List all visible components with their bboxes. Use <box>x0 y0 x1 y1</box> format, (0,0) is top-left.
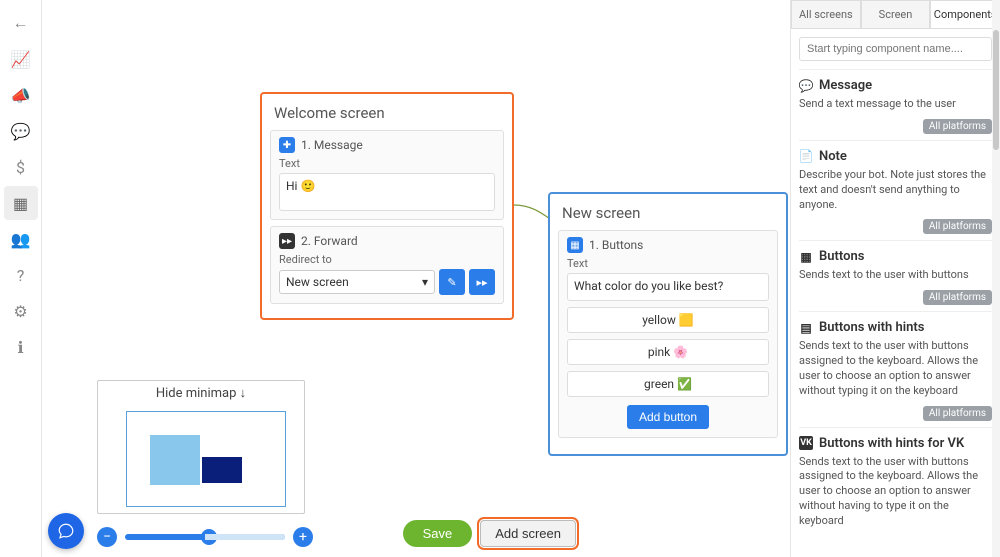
component-title: Buttons <box>819 249 864 264</box>
component-desc: Describe your bot. Note just stores the … <box>799 168 992 213</box>
tab-components[interactable]: Components <box>930 0 1000 28</box>
back-icon[interactable]: ← <box>4 6 38 40</box>
scrollbar-thumb[interactable] <box>993 30 999 150</box>
zoom-in-button[interactable]: + <box>293 527 313 547</box>
buttons-icon: ▦ <box>567 237 583 253</box>
component-title: Note <box>819 149 847 164</box>
bottom-buttons: Save Add screen <box>403 520 576 547</box>
component-buttons-hints-vk[interactable]: VK Buttons with hints for VK Sends text … <box>799 427 992 535</box>
buttons-hints-component-icon: ▤ <box>799 321 813 335</box>
message-component-icon: 💬 <box>799 79 813 93</box>
message-icon: ✚ <box>279 137 295 153</box>
note-component-icon: 📄 <box>799 149 813 163</box>
component-buttons[interactable]: ▦ Buttons Sends text to the user with bu… <box>799 240 992 311</box>
redirect-label: Redirect to <box>279 253 495 266</box>
option-green[interactable]: green ✅ <box>567 371 769 397</box>
platform-badge: All platforms <box>923 219 992 234</box>
support-chat-button[interactable] <box>48 513 84 549</box>
message-text-label: Text <box>279 157 495 170</box>
platform-badge: All platforms <box>923 290 992 305</box>
component-note[interactable]: 📄 Note Describe your bot. Note just stor… <box>799 140 992 241</box>
settings-icon[interactable]: ⚙ <box>4 294 38 328</box>
minimap-node-1 <box>150 435 200 485</box>
redirect-select[interactable]: New screen ▾ <box>279 270 435 294</box>
help-icon[interactable]: ? <box>4 258 38 292</box>
message-section[interactable]: ✚ 1. Message Text Hi 🙂 <box>270 130 504 220</box>
forward-section[interactable]: ▸▸ 2. Forward Redirect to New screen ▾ ✎… <box>270 226 504 304</box>
buttons-text-label: Text <box>567 257 769 270</box>
component-desc: Sends text to the user with buttons assi… <box>799 339 992 398</box>
buttons-header: 1. Buttons <box>589 238 643 252</box>
go-redirect-button[interactable]: ▸▸ <box>469 269 495 295</box>
add-screen-button[interactable]: Add screen <box>480 520 576 547</box>
minimap[interactable]: Hide minimap ↓ <box>97 380 305 514</box>
zoom-thumb[interactable] <box>201 529 217 545</box>
broadcast-icon[interactable]: 📣 <box>4 78 38 112</box>
minimap-node-2 <box>202 457 242 483</box>
chevron-down-icon: ▾ <box>422 275 428 289</box>
canvas[interactable]: Welcome screen ✚ 1. Message Text Hi 🙂 ▸▸… <box>42 0 790 557</box>
welcome-screen-node[interactable]: Welcome screen ✚ 1. Message Text Hi 🙂 ▸▸… <box>260 92 514 320</box>
tab-all-screens[interactable]: All screens <box>791 0 861 28</box>
redirect-selected: New screen <box>286 275 349 289</box>
buttons-section[interactable]: ▦ 1. Buttons Text What color do you like… <box>558 230 778 438</box>
right-panel: All screens Screen Components 💬 Message … <box>790 0 1000 557</box>
vk-component-icon: VK <box>799 436 813 450</box>
panel-scrollbar[interactable] <box>992 0 1000 557</box>
welcome-title: Welcome screen <box>274 104 504 122</box>
edit-redirect-button[interactable]: ✎ <box>439 269 465 295</box>
tab-screen[interactable]: Screen <box>861 0 931 28</box>
component-desc: Sends text to the user with buttons assi… <box>799 455 992 529</box>
option-pink[interactable]: pink 🌸 <box>567 339 769 365</box>
component-message[interactable]: 💬 Message Send a text message to the use… <box>799 69 992 140</box>
panel-tabs: All screens Screen Components <box>791 0 1000 29</box>
zoom-out-button[interactable]: − <box>97 527 117 547</box>
minimap-body[interactable] <box>98 405 304 513</box>
left-sidebar: ← 📈 📣 💬 $ ▦ 👥 ? ⚙ ℹ <box>0 0 42 557</box>
flow-icon[interactable]: ▦ <box>4 186 38 220</box>
buttons-component-icon: ▦ <box>799 250 813 264</box>
component-buttons-hints[interactable]: ▤ Buttons with hints Sends text to the u… <box>799 311 992 426</box>
info-icon[interactable]: ℹ <box>4 330 38 364</box>
stats-icon[interactable]: 📈 <box>4 42 38 76</box>
component-list[interactable]: 💬 Message Send a text message to the use… <box>791 69 1000 557</box>
new-screen-node[interactable]: New screen ▦ 1. Buttons Text What color … <box>548 192 788 456</box>
users-icon[interactable]: 👥 <box>4 222 38 256</box>
new-screen-title: New screen <box>562 204 778 222</box>
chat-icon[interactable]: 💬 <box>4 114 38 148</box>
zoom-bar: − + <box>97 527 313 547</box>
component-title: Buttons with hints for VK <box>819 436 964 451</box>
component-desc: Send a text message to the user <box>799 97 992 112</box>
dollar-icon[interactable]: $ <box>4 150 38 184</box>
zoom-slider[interactable] <box>125 534 285 540</box>
add-option-button[interactable]: Add button <box>627 405 709 429</box>
forward-icon: ▸▸ <box>279 233 295 249</box>
message-header: 1. Message <box>301 138 363 152</box>
component-title: Buttons with hints <box>819 320 924 335</box>
component-title: Message <box>819 78 872 93</box>
forward-header: 2. Forward <box>301 234 358 248</box>
save-button[interactable]: Save <box>403 520 473 547</box>
buttons-text-input[interactable]: What color do you like best? <box>567 273 769 301</box>
component-search-input[interactable] <box>799 37 992 61</box>
platform-badge: All platforms <box>923 119 992 134</box>
option-yellow[interactable]: yellow 🟨 <box>567 307 769 333</box>
platform-badge: All platforms <box>923 406 992 421</box>
component-desc: Sends text to the user with buttons <box>799 268 992 283</box>
message-text-input[interactable]: Hi 🙂 <box>279 173 495 211</box>
minimap-toggle[interactable]: Hide minimap ↓ <box>98 381 304 405</box>
